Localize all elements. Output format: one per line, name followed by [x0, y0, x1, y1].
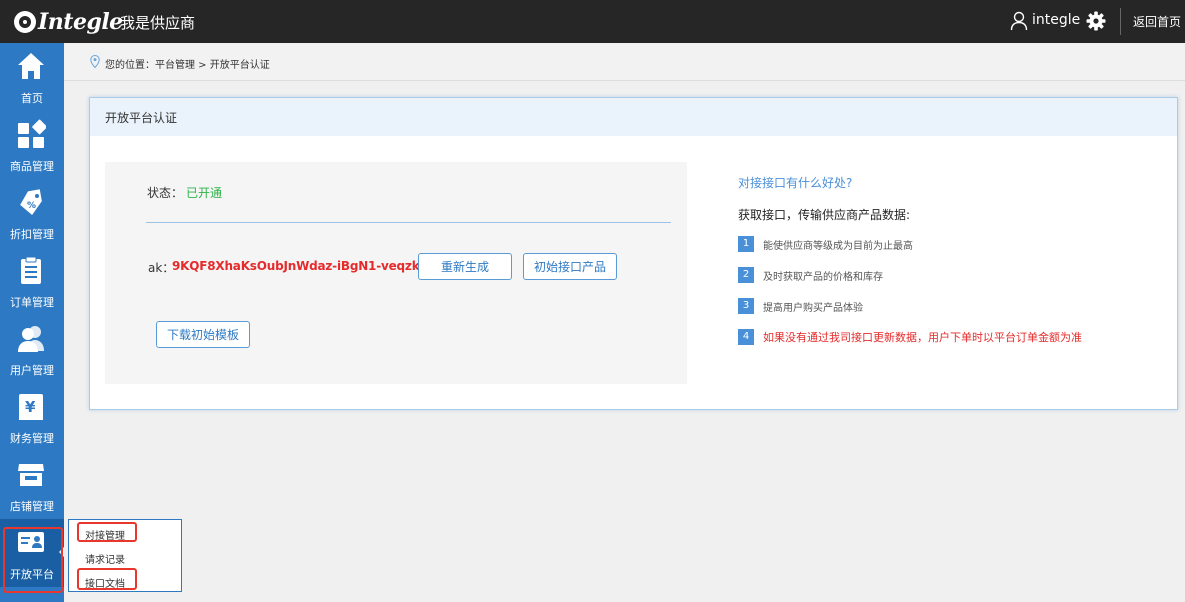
highlight-box	[77, 568, 137, 590]
download-template-button[interactable]: 下载初始模板	[156, 321, 250, 348]
user-icon[interactable]	[1010, 11, 1028, 31]
sidebar-item-label: 财务管理	[10, 432, 54, 445]
init-product-button[interactable]: 初始接口产品	[523, 253, 617, 280]
benefit-number: 2	[738, 267, 754, 283]
ak-value: 9KQF8XhaKsOubJnWdaz-iBgN1-veqzki	[172, 259, 424, 273]
regenerate-button[interactable]: 重新生成	[418, 253, 512, 280]
divider	[146, 222, 671, 223]
status-value: 已开通	[186, 186, 223, 200]
top-divider	[1120, 8, 1121, 35]
users-icon	[18, 326, 44, 352]
panel-title: 开放平台认证	[105, 111, 178, 125]
sidebar-item-store[interactable]: 店铺管理	[0, 451, 64, 519]
home-icon	[18, 53, 44, 79]
panel-header: 开放平台认证	[90, 98, 1177, 136]
sidebar-item-label: 用户管理	[10, 364, 54, 377]
auth-card: 状态： 已开通 ak： 9KQF8XhaKsOubJnWdaz-iBgN1-ve…	[105, 162, 687, 384]
submenu: 对接管理 请求记录 接口文档	[68, 519, 182, 592]
benefit-number: 3	[738, 298, 754, 314]
finance-icon: ¥	[19, 394, 43, 420]
home-link[interactable]: 返回首页	[1133, 13, 1181, 30]
sidebar-item-home[interactable]: 首页	[0, 43, 64, 111]
sidebar-item-label: 店铺管理	[10, 500, 54, 513]
open-platform-panel: 开放平台认证 状态： 已开通 ak： 9KQF8XhaKsOubJnWdaz-i…	[89, 97, 1178, 410]
orders-icon	[21, 256, 41, 284]
sidebar-item-products[interactable]: 商品管理	[0, 111, 64, 179]
app-title: 我是供应商	[120, 14, 196, 32]
breadcrumb: 您的位置：平台管理 > 开放平台认证	[64, 43, 1185, 81]
sidebar-item-label: 首页	[21, 92, 43, 105]
discount-icon: %	[20, 189, 42, 215]
benefit-text: 能使供应商等级成为目前为止最高	[763, 241, 913, 252]
sidebar-item-discounts[interactable]: % 折扣管理	[0, 179, 64, 247]
logo-text: Integle	[38, 9, 123, 35]
submenu-item-request-log[interactable]: 请求记录	[85, 551, 125, 566]
sidebar-item-orders[interactable]: 订单管理	[0, 247, 64, 315]
breadcrumb-text: 您的位置：平台管理 > 开放平台认证	[105, 60, 270, 71]
benefit-number: 1	[738, 236, 754, 252]
benefits-title: 对接接口有什么好处?	[738, 176, 853, 190]
products-icon	[18, 119, 46, 148]
top-bar: Integle 我是供应商 integle 返回首页	[0, 0, 1185, 43]
username[interactable]: integle	[1032, 12, 1080, 28]
benefit-text: 提高用户购买产品体验	[763, 303, 863, 314]
sidebar: 首页 商品管理 % 折扣管理 订单管理 用户管理 ¥ 财务管理 店铺管理 开放平…	[0, 43, 64, 602]
ak-label: ak：	[148, 261, 175, 275]
store-icon	[18, 464, 44, 486]
highlight-box	[77, 522, 137, 542]
highlight-box	[3, 527, 63, 593]
sidebar-item-label: 折扣管理	[10, 228, 54, 241]
benefit-number: 4	[738, 329, 754, 345]
logo[interactable]: Integle	[14, 6, 123, 38]
svg-text:%: %	[27, 201, 36, 211]
sidebar-item-label: 商品管理	[10, 160, 54, 173]
sidebar-item-label: 订单管理	[10, 296, 54, 309]
gear-icon[interactable]	[1086, 11, 1106, 31]
benefit-text: 及时获取产品的价格和库存	[763, 272, 883, 283]
location-pin-icon	[90, 55, 100, 68]
svg-text:¥: ¥	[25, 398, 36, 416]
logo-mark-icon	[14, 11, 36, 33]
benefits-subtitle: 获取接口，传输供应商产品数据:	[738, 208, 911, 222]
sidebar-item-users[interactable]: 用户管理	[0, 315, 64, 383]
benefit-text: 如果没有通过我司接口更新数据，用户下单时以平台订单金额为准	[763, 331, 1082, 344]
sidebar-item-finance[interactable]: ¥ 财务管理	[0, 383, 64, 451]
status-label: 状态：	[147, 186, 184, 200]
